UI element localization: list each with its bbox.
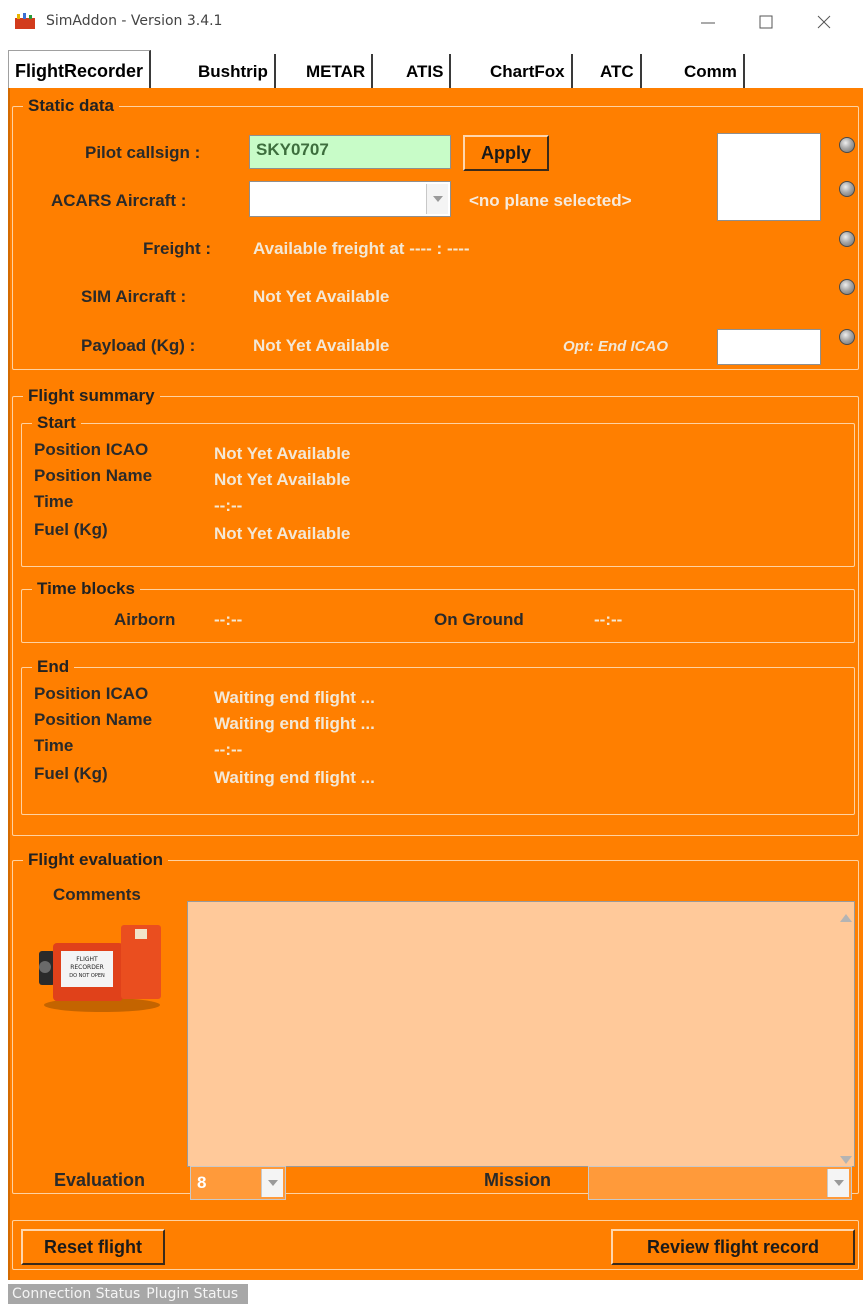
sim-aircraft-label: SIM Aircraft : [81, 287, 187, 306]
end-fuel-value: Waiting end flight ... [214, 768, 375, 787]
status-led-icon [839, 181, 855, 197]
close-button[interactable] [804, 8, 844, 36]
freight-value: Available freight at ---- : ---- [253, 239, 470, 258]
start-position-name-label: Position Name [34, 466, 153, 485]
window-title: SimAddon - Version 3.4.1 [46, 13, 223, 29]
start-position-name-value: Not Yet Available [214, 470, 351, 489]
chevron-down-icon[interactable] [261, 1169, 283, 1197]
status-led-icon [839, 137, 855, 153]
start-position-icao-label: Position ICAO [34, 440, 149, 459]
start-group: Start Position ICAO Not Yet Available Po… [21, 413, 855, 567]
aircraft-image-box [717, 133, 821, 221]
svg-text:FLIGHT: FLIGHT [76, 956, 98, 963]
static-data-title: Static data [23, 96, 119, 116]
flight-summary-title: Flight summary [23, 386, 160, 406]
end-time-value: --:-- [214, 740, 243, 759]
pilot-callsign-label: Pilot callsign : [85, 143, 201, 162]
status-led-icon [839, 231, 855, 247]
scroll-up-icon[interactable] [840, 909, 852, 927]
status-led-icon [839, 279, 855, 295]
sim-aircraft-value: Not Yet Available [253, 287, 390, 306]
apply-button[interactable]: Apply [463, 135, 549, 171]
on-ground-value: --:-- [594, 610, 623, 629]
flight-evaluation-title: Flight evaluation [23, 850, 169, 870]
comments-label: Comments [53, 885, 141, 904]
opt-end-icao-input[interactable] [717, 329, 821, 365]
start-position-icao-value: Not Yet Available [214, 444, 351, 463]
flight-summary-group: Flight summary Start Position ICAO Not Y… [12, 386, 859, 836]
payload-value: Not Yet Available [253, 336, 390, 355]
end-fuel-label: Fuel (Kg) [34, 764, 108, 783]
start-fuel-label: Fuel (Kg) [34, 520, 108, 539]
end-group: End Position ICAO Waiting end flight ...… [21, 657, 855, 815]
plugin-status-label[interactable]: Plugin Status [146, 1286, 238, 1302]
flightrecorder-panel: Static data Pilot callsign : SKY0707 App… [8, 88, 863, 1280]
freight-label: Freight : [143, 239, 211, 258]
flight-recorder-image: FLIGHT RECORDER DO NOT OPEN [37, 921, 167, 1015]
minimize-button[interactable] [688, 8, 728, 36]
evaluation-value: 8 [197, 1173, 207, 1192]
start-fuel-value: Not Yet Available [214, 524, 351, 543]
start-time-label: Time [34, 492, 74, 511]
end-title: End [32, 657, 75, 677]
mission-select[interactable] [588, 1166, 852, 1200]
airborn-value: --:-- [214, 610, 243, 629]
tab-atis[interactable]: ATIS [400, 54, 452, 88]
tab-chartfox[interactable]: ChartFox [484, 54, 573, 88]
time-blocks-group: Time blocks Airborn --:-- On Ground --:-… [21, 579, 855, 643]
maximize-button[interactable] [746, 8, 786, 36]
tab-comm[interactable]: Comm [678, 54, 745, 88]
status-bar: Connection Status Plugin Status [8, 1284, 249, 1304]
review-flight-record-button[interactable]: Review flight record [611, 1229, 855, 1265]
payload-label: Payload (Kg) : [81, 336, 196, 355]
connection-status-label[interactable]: Connection Status [12, 1286, 140, 1302]
end-position-icao-label: Position ICAO [34, 684, 149, 703]
chevron-down-icon[interactable] [827, 1169, 849, 1197]
svg-text:DO NOT OPEN: DO NOT OPEN [69, 973, 105, 979]
end-position-name-value: Waiting end flight ... [214, 714, 375, 733]
tab-bar: FlightRecorder Bushtrip METAR ATIS Chart… [8, 48, 863, 88]
title-bar: SimAddon - Version 3.4.1 [0, 0, 863, 44]
mission-label: Mission [484, 1170, 552, 1190]
static-data-group: Static data Pilot callsign : SKY0707 App… [12, 96, 859, 370]
status-led-icon [839, 329, 855, 345]
flight-evaluation-group: Flight evaluation Comments FLIGHT RECORD… [12, 850, 859, 1194]
comments-textarea[interactable] [187, 901, 855, 1167]
no-plane-selected-text: <no plane selected> [469, 191, 632, 210]
time-blocks-title: Time blocks [32, 579, 140, 599]
start-time-value: --:-- [214, 496, 243, 515]
evaluation-label: Evaluation [54, 1170, 146, 1190]
acars-aircraft-label: ACARS Aircraft : [51, 191, 187, 210]
acars-aircraft-select[interactable] [249, 181, 451, 217]
pilot-callsign-field[interactable]: SKY0707 [249, 135, 451, 169]
tab-metar[interactable]: METAR [300, 54, 374, 88]
end-position-name-label: Position Name [34, 710, 153, 729]
airborn-label: Airborn [114, 610, 176, 629]
reset-flight-button[interactable]: Reset flight [21, 1229, 165, 1265]
end-position-icao-value: Waiting end flight ... [214, 688, 375, 707]
tab-atc[interactable]: ATC [594, 54, 642, 88]
on-ground-label: On Ground [434, 610, 524, 629]
evaluation-select[interactable]: 8 [190, 1166, 286, 1200]
start-title: Start [32, 413, 81, 433]
tab-bushtrip[interactable]: Bushtrip [192, 54, 276, 88]
app-logo-icon [14, 12, 36, 32]
actions-group: Reset flight Review flight record [12, 1220, 859, 1270]
opt-end-icao-label: Opt: End ICAO [563, 338, 668, 355]
tab-flightrecorder[interactable]: FlightRecorder [8, 50, 152, 88]
end-time-label: Time [34, 736, 74, 755]
svg-text:RECORDER: RECORDER [70, 964, 104, 971]
chevron-down-icon[interactable] [426, 184, 448, 214]
